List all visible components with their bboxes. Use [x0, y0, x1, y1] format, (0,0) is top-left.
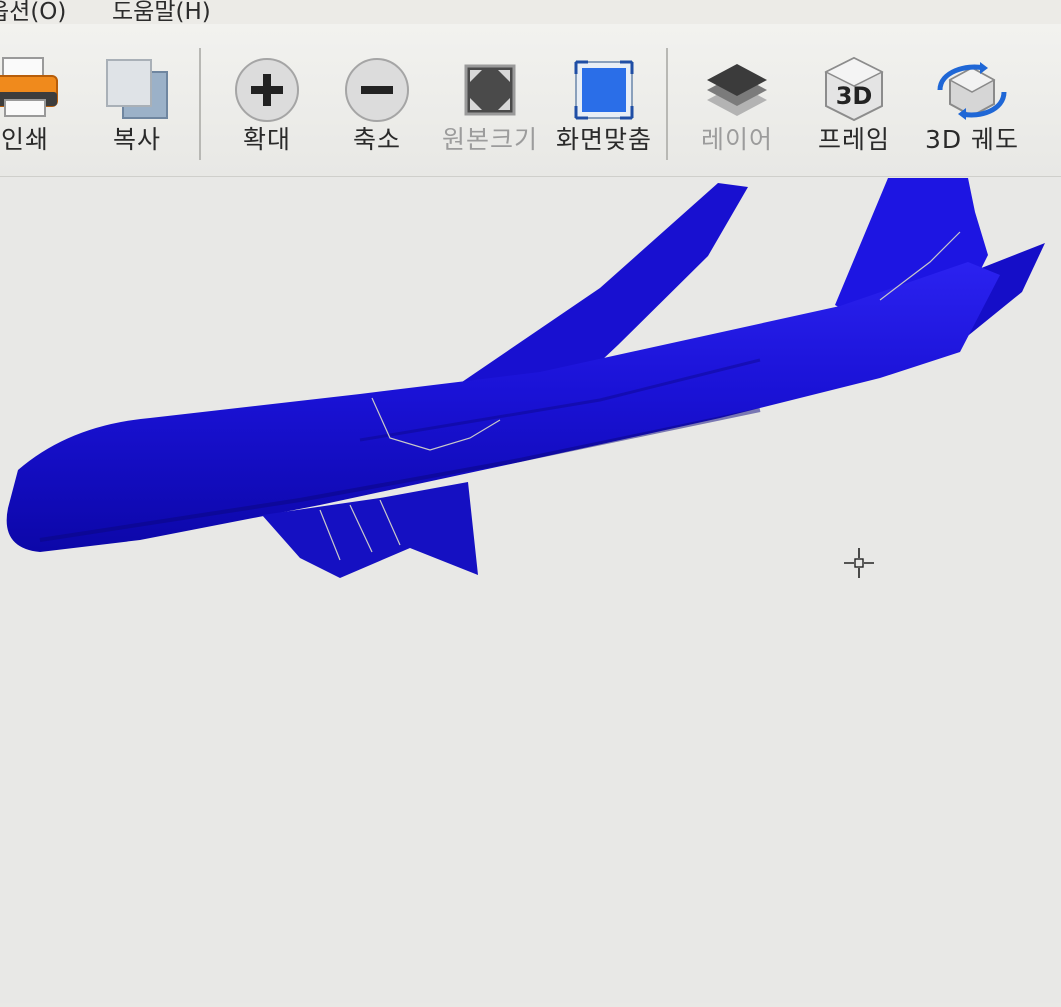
zoom-out-label: 축소 [352, 125, 401, 154]
copy-label: 복사 [112, 125, 161, 154]
copy-icon [106, 59, 168, 119]
copy-button[interactable]: 복사 [92, 24, 182, 176]
layers-button[interactable]: 레이어 [688, 24, 786, 176]
3d-orbit-button[interactable]: 3D 궤도 [912, 24, 1032, 176]
frame-button[interactable]: 3D 프레임 [806, 24, 902, 176]
3d-orbit-icon [937, 62, 1007, 120]
toolbar: 인쇄 복사 확대 축소 원본크기 화면맞춤 레이어 3D 프레임 3D 궤도 [0, 24, 1061, 177]
toolbar-separator [666, 48, 668, 160]
zoom-in-label: 확대 [242, 125, 291, 154]
zoom-in-button[interactable]: 확대 [222, 24, 312, 176]
airplane-3d-model [6, 178, 1045, 578]
3d-orbit-label: 3D 궤도 [924, 125, 1020, 154]
svg-text:3D: 3D [836, 82, 873, 110]
3d-frame-icon: 3D [824, 56, 884, 122]
zoom-in-icon [235, 58, 299, 122]
original-size-label: 원본크기 [441, 125, 538, 154]
zoom-out-button[interactable]: 축소 [332, 24, 422, 176]
fit-screen-icon [574, 60, 634, 120]
fit-screen-label: 화면맞춤 [555, 125, 652, 154]
original-size-icon [464, 64, 516, 116]
menu-bar: 옵션(O) 도움말(H) [0, 0, 1061, 24]
print-button[interactable]: 인쇄 [0, 24, 80, 176]
crosshair-cursor-icon [844, 548, 874, 578]
menu-help[interactable]: 도움말(H) [112, 0, 211, 24]
toolbar-separator [199, 48, 201, 160]
fit-screen-button[interactable]: 화면맞춤 [548, 24, 660, 176]
layers-icon [707, 64, 767, 116]
menu-options[interactable]: 옵션(O) [0, 0, 66, 24]
zoom-out-icon [345, 58, 409, 122]
frame-label: 프레임 [817, 125, 890, 154]
3d-viewport[interactable] [0, 177, 1061, 1003]
original-size-button[interactable]: 원본크기 [438, 24, 542, 176]
print-label: 인쇄 [0, 125, 49, 154]
layers-label: 레이어 [700, 125, 773, 154]
printer-icon [0, 57, 58, 117]
